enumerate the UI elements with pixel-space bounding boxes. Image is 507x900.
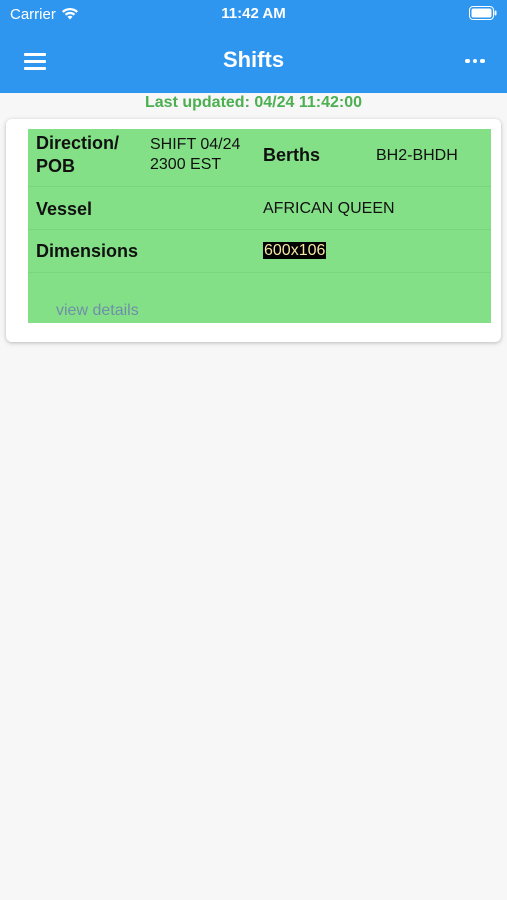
shift-card: Direction/ POB SHIFT 04/24 2300 EST Bert… (6, 119, 501, 342)
status-bar: Carrier 11:42 AM (0, 0, 507, 30)
divider (28, 186, 491, 187)
battery-icon (469, 6, 497, 20)
status-clock: 11:42 AM (221, 5, 286, 22)
dimensions-label: Dimensions (36, 241, 139, 261)
dimensions-value: 600x106 (263, 241, 327, 261)
divider (28, 229, 491, 230)
page-title: Shifts (222, 47, 285, 72)
berths-label: Berths (263, 145, 321, 165)
app-header: Carrier 11:42 AM Shifts (0, 0, 507, 93)
vessel-value: AFRICAN QUEEN (263, 200, 395, 217)
direction-label: Direction/ POB (36, 133, 120, 176)
dimensions-value-text: 600x106 (263, 242, 327, 259)
berths-value: BH2-BHDH (376, 147, 458, 164)
divider (28, 272, 491, 273)
more-options-button[interactable] (455, 43, 495, 79)
last-updated-text: Last updated: 04/24 11:42:00 (145, 94, 362, 111)
direction-value: SHIFT 04/24 2300 EST (150, 136, 241, 173)
navigation-bar: Shifts (0, 30, 507, 93)
more-icon (465, 58, 470, 64)
shift-card-body[interactable]: Direction/ POB SHIFT 04/24 2300 EST Bert… (28, 129, 491, 323)
vessel-label: Vessel (36, 199, 93, 219)
view-details-link[interactable]: view details (56, 302, 139, 320)
